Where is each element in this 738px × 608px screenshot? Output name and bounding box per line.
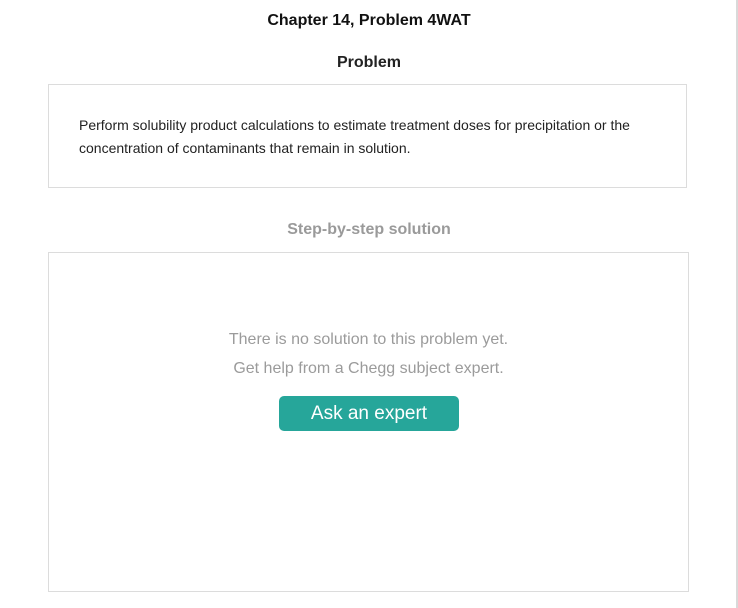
problem-text: Perform solubility product calculations …: [79, 117, 630, 156]
solution-box: There is no solution to this problem yet…: [48, 252, 689, 592]
no-solution-message: There is no solution to this problem yet…: [228, 331, 509, 348]
page-title: Chapter 14, Problem 4WAT: [267, 12, 471, 29]
solution-heading: Step-by-step solution: [287, 221, 451, 238]
problem-box: Perform solubility product calculations …: [48, 84, 687, 188]
problem-heading: Problem: [336, 54, 401, 71]
ask-expert-button[interactable]: Ask an expert: [279, 396, 459, 431]
expert-help-message: Get help from a Chegg subject expert.: [233, 360, 504, 377]
